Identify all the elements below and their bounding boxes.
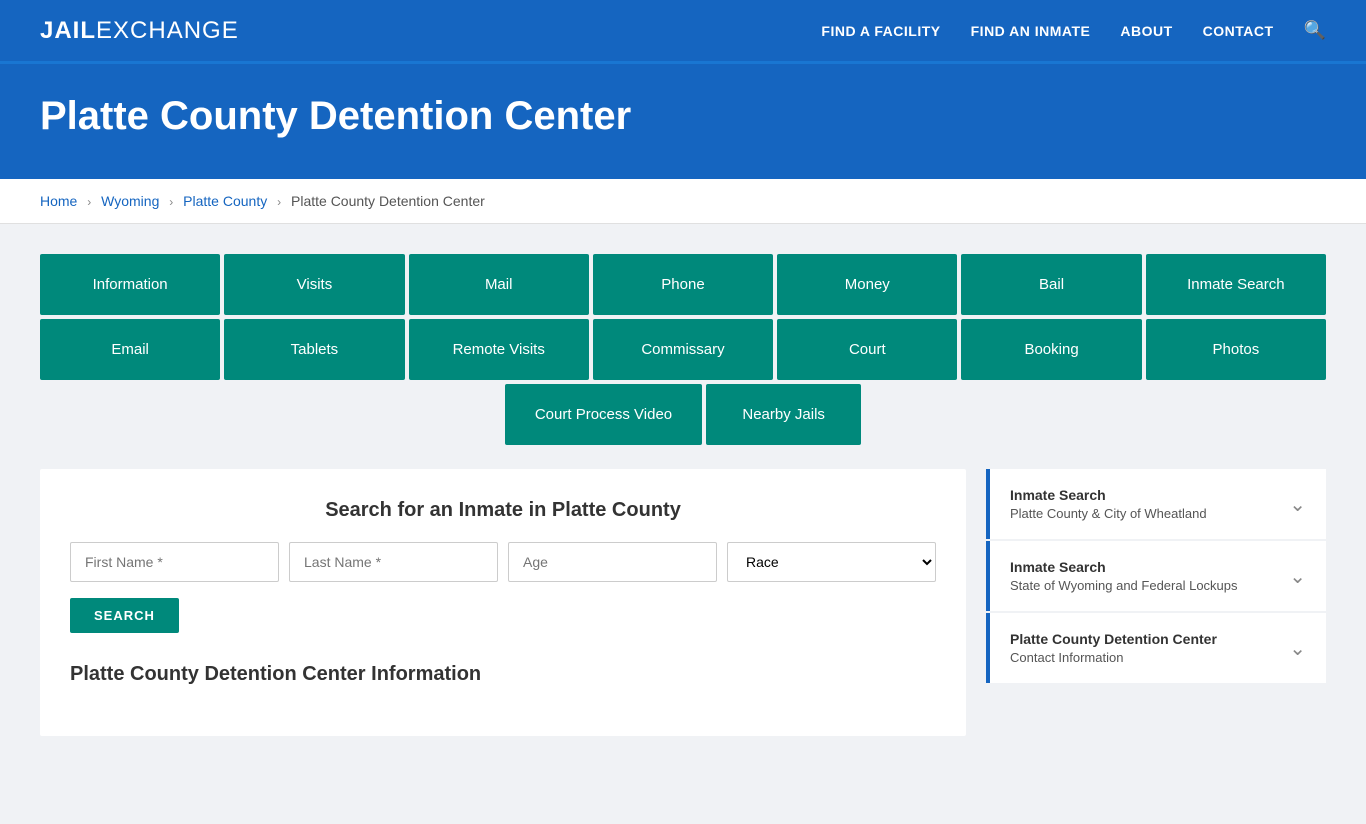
breadcrumb-wyoming[interactable]: Wyoming	[101, 193, 159, 209]
last-name-input[interactable]	[289, 542, 498, 582]
sidebar-item-2-title: Inmate Search	[1010, 559, 1238, 575]
breadcrumb-sep-2: ›	[169, 195, 173, 209]
sidebar-item-2-subtitle: State of Wyoming and Federal Lockups	[1010, 578, 1238, 593]
main-nav: FIND A FACILITY FIND AN INMATE ABOUT CON…	[821, 20, 1326, 41]
logo-jail: JAIL	[40, 17, 96, 45]
chevron-down-icon-2: ⌄	[1289, 564, 1306, 589]
breadcrumb-sep-3: ›	[277, 195, 281, 209]
sidebar-item-3-subtitle: Contact Information	[1010, 650, 1217, 665]
logo-exchange: EXCHANGE	[96, 17, 239, 45]
btn-court[interactable]: Court	[777, 319, 957, 380]
logo[interactable]: JAIL EXCHANGE	[40, 17, 239, 45]
sidebar-item-1[interactable]: Inmate Search Platte County & City of Wh…	[986, 469, 1326, 539]
sidebar-item-3-title: Platte County Detention Center	[1010, 631, 1217, 647]
page-title: Platte County Detention Center	[40, 94, 1326, 139]
button-row-2: Email Tablets Remote Visits Commissary C…	[40, 319, 1326, 380]
button-row-1: Information Visits Mail Phone Money Bail…	[40, 254, 1326, 315]
nav-about[interactable]: ABOUT	[1120, 23, 1172, 39]
btn-mail[interactable]: Mail	[409, 254, 589, 315]
content-area: Information Visits Mail Phone Money Bail…	[0, 224, 1366, 824]
race-select[interactable]: Race White Black Hispanic Asian Other	[727, 542, 936, 582]
button-row-3: Court Process Video Nearby Jails	[40, 384, 1326, 445]
breadcrumb-platte-county[interactable]: Platte County	[183, 193, 267, 209]
sidebar-item-2[interactable]: Inmate Search State of Wyoming and Feder…	[986, 541, 1326, 611]
btn-inmate-search[interactable]: Inmate Search	[1146, 254, 1326, 315]
btn-money[interactable]: Money	[777, 254, 957, 315]
breadcrumb-current: Platte County Detention Center	[291, 193, 485, 209]
nav-contact[interactable]: CONTACT	[1203, 23, 1274, 39]
btn-visits[interactable]: Visits	[224, 254, 404, 315]
age-input[interactable]	[508, 542, 717, 582]
breadcrumb: Home › Wyoming › Platte County › Platte …	[0, 179, 1366, 224]
sidebar-item-1-subtitle: Platte County & City of Wheatland	[1010, 506, 1207, 521]
main-body: Search for an Inmate in Platte County Ra…	[40, 469, 1326, 736]
btn-information[interactable]: Information	[40, 254, 220, 315]
search-icon-button[interactable]: 🔍	[1304, 20, 1326, 41]
header: JAIL EXCHANGE FIND A FACILITY FIND AN IN…	[0, 0, 1366, 64]
btn-nearby-jails[interactable]: Nearby Jails	[706, 384, 861, 445]
btn-bail[interactable]: Bail	[961, 254, 1141, 315]
btn-court-process-video[interactable]: Court Process Video	[505, 384, 702, 445]
btn-booking[interactable]: Booking	[961, 319, 1141, 380]
sidebar-item-3[interactable]: Platte County Detention Center Contact I…	[986, 613, 1326, 683]
btn-remote-visits[interactable]: Remote Visits	[409, 319, 589, 380]
btn-photos[interactable]: Photos	[1146, 319, 1326, 380]
btn-tablets[interactable]: Tablets	[224, 319, 404, 380]
breadcrumb-home[interactable]: Home	[40, 193, 77, 209]
breadcrumb-sep-1: ›	[87, 195, 91, 209]
chevron-down-icon-1: ⌄	[1289, 492, 1306, 517]
search-button[interactable]: SEARCH	[70, 598, 179, 633]
nav-find-inmate[interactable]: FIND AN INMATE	[971, 23, 1091, 39]
nav-find-facility[interactable]: FIND A FACILITY	[821, 23, 940, 39]
btn-commissary[interactable]: Commissary	[593, 319, 773, 380]
search-title: Search for an Inmate in Platte County	[70, 499, 936, 522]
search-form: Race White Black Hispanic Asian Other	[70, 542, 936, 582]
hero-section: Platte County Detention Center	[0, 64, 1366, 179]
sidebar: Inmate Search Platte County & City of Wh…	[986, 469, 1326, 736]
first-name-input[interactable]	[70, 542, 279, 582]
btn-email[interactable]: Email	[40, 319, 220, 380]
btn-phone[interactable]: Phone	[593, 254, 773, 315]
chevron-down-icon-3: ⌄	[1289, 636, 1306, 661]
inmate-search-panel: Search for an Inmate in Platte County Ra…	[40, 469, 966, 736]
sidebar-item-1-title: Inmate Search	[1010, 487, 1207, 503]
section-heading: Platte County Detention Center Informati…	[70, 663, 936, 686]
